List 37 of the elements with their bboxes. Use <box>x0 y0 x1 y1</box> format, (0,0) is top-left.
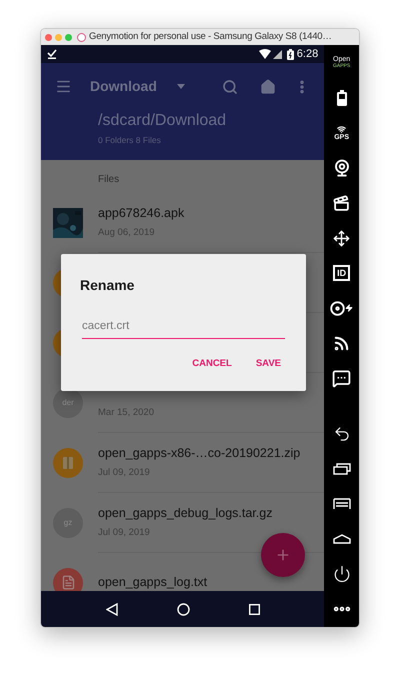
dialog-title: Rename <box>80 276 136 295</box>
battery-icon[interactable] <box>336 90 347 106</box>
move-icon[interactable] <box>333 230 350 246</box>
webcam-icon[interactable] <box>332 159 351 177</box>
file-name: open_gapps-x86-…co-20190221.zip <box>98 445 300 462</box>
rss-icon[interactable] <box>333 334 350 352</box>
folder-dropdown[interactable]: Download <box>90 76 185 97</box>
folder-path: /sdcard/Download <box>98 111 228 131</box>
back-icon[interactable] <box>332 425 351 443</box>
signal-icon <box>272 50 282 58</box>
app-icon <box>77 32 86 42</box>
file-name: open_gapps_debug_logs.tar.gz <box>98 505 272 522</box>
clock: 6:28 <box>296 46 318 62</box>
recent-apps-icon[interactable] <box>332 463 351 475</box>
download-done-icon <box>47 49 57 59</box>
filename-field[interactable]: cacert.crt <box>82 318 285 340</box>
menu-icon[interactable] <box>332 498 351 510</box>
id-button[interactable]: ID <box>333 265 350 281</box>
dialog-button[interactable]: SAVE <box>256 357 281 372</box>
disc-bolt-icon[interactable] <box>330 300 354 316</box>
back-icon[interactable] <box>106 602 118 616</box>
caret-icon <box>176 84 185 89</box>
power-icon[interactable] <box>332 565 351 583</box>
file-name: app678246.apk <box>98 205 184 222</box>
wifi-icon <box>337 124 346 134</box>
window-title: Genymotion for personal use - Samsung Galaxy S8 (1440… <box>89 30 332 44</box>
section-label: Files <box>97 172 120 187</box>
search-icon[interactable] <box>222 78 238 94</box>
plus-icon <box>275 547 291 563</box>
recent-apps-icon[interactable] <box>248 604 260 614</box>
wifi-icon <box>258 49 271 59</box>
clapperboard-icon[interactable] <box>333 194 350 212</box>
battery-icon <box>286 48 294 60</box>
folder-summary: 0 Folders 8 Files <box>98 134 162 147</box>
dialog-button[interactable]: CANCEL <box>192 357 232 372</box>
file-name: open_gapps_log.txt <box>98 574 208 591</box>
message-icon[interactable] <box>332 368 352 388</box>
